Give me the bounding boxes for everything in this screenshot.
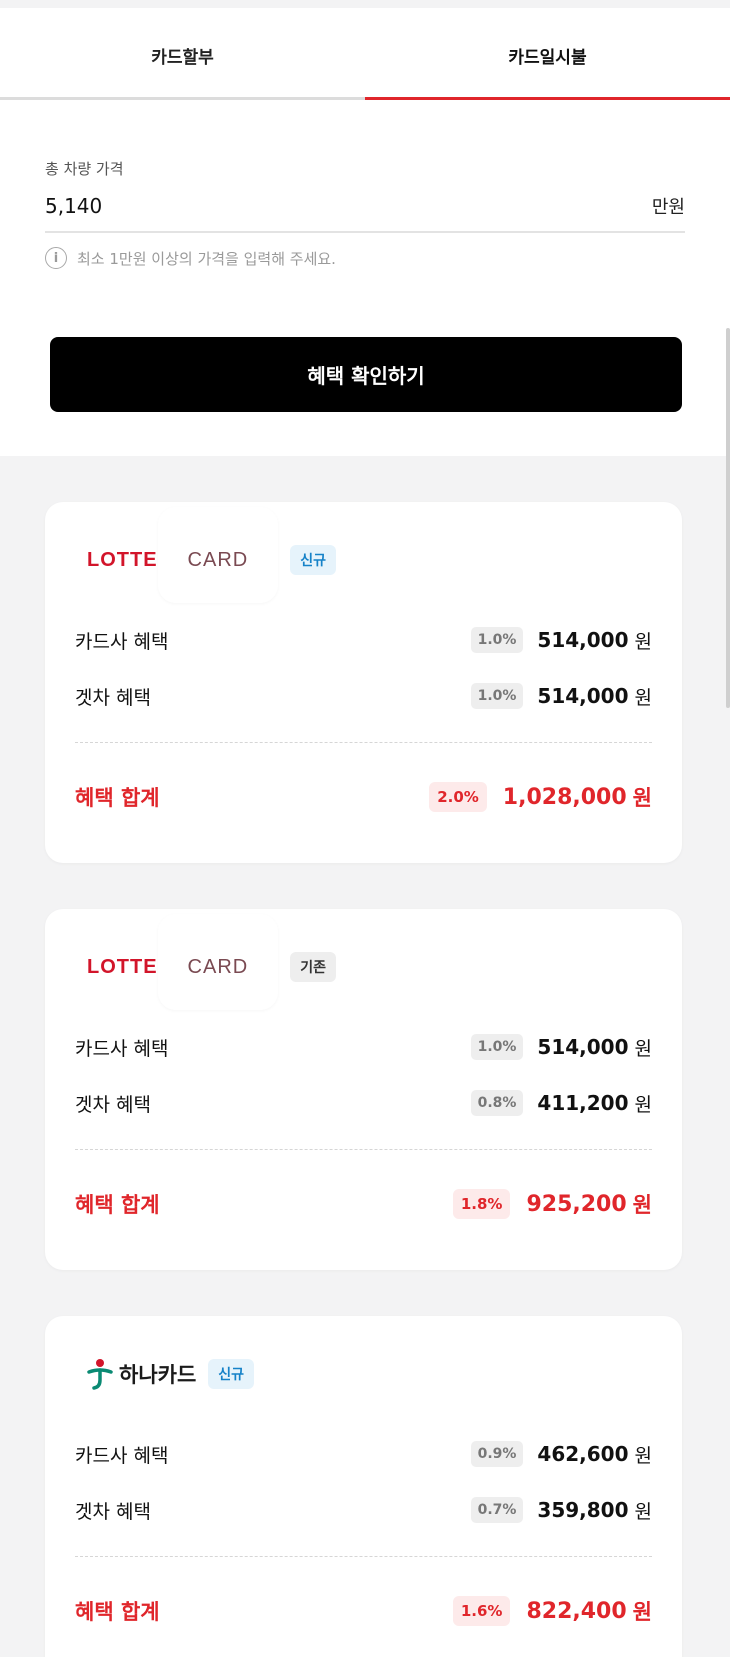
benefit-label: 겟차 혜택 — [75, 1093, 151, 1116]
total-row: 혜택 합계 2.0% 1,028,000 원 — [75, 763, 652, 831]
benefit-amount: 514,000 — [537, 628, 629, 652]
card-header: LOTTE CARD 신규 — [75, 506, 652, 603]
benefit-label: 카드사 혜택 — [75, 1444, 169, 1467]
rate-badge: 1.0% — [470, 683, 524, 709]
card-benefit-row: 카드사 혜택 1.0% 514,000 원 — [75, 1019, 652, 1075]
benefit-cards: LOTTE CARD 신규 카드사 혜택 1.0% 514,000 원 겟차 혜택… — [0, 456, 730, 1657]
dashed-divider — [75, 742, 652, 743]
hana-logo-icon — [87, 1358, 113, 1390]
total-label: 혜택 합계 — [75, 786, 160, 810]
rate-badge: 0.7% — [470, 1497, 524, 1523]
benefit-amount: 514,000 — [537, 1035, 629, 1059]
lotte-card-logo: LOTTE CARD — [87, 913, 279, 1010]
rate-badge: 1.0% — [470, 627, 524, 653]
info-icon: i — [45, 247, 67, 269]
benefit-label: 카드사 혜택 — [75, 1037, 169, 1060]
benefit-card: LOTTE CARD 기존 카드사 혜택 1.0% 514,000 원 겟차 혜택… — [45, 909, 682, 1270]
getcha-benefit-row: 겟차 혜택 1.0% 514,000 원 — [75, 668, 652, 724]
total-amount: 822,400 — [526, 1598, 627, 1624]
total-row: 혜택 합계 1.8% 925,200 원 — [75, 1170, 652, 1238]
won-unit: 원 — [634, 686, 652, 709]
won-unit: 원 — [634, 1500, 652, 1523]
new-badge: 신규 — [208, 1359, 255, 1389]
benefit-card: LOTTE CARD 신규 카드사 혜택 1.0% 514,000 원 겟차 혜택… — [45, 502, 682, 863]
scrollbar[interactable] — [726, 328, 730, 708]
getcha-benefit-row: 겟차 혜택 0.8% 411,200 원 — [75, 1075, 652, 1131]
page: 카드할부 카드일시불 총 차량 가격 만원 i 최소 1만원 이상의 가격을 입… — [0, 8, 730, 1657]
benefit-card: 하나카드 신규 카드사 혜택 0.9% 462,600 원 겟차 혜택 0.7%… — [45, 1316, 682, 1657]
benefit-label: 카드사 혜택 — [75, 630, 169, 653]
won-unit: 원 — [632, 1193, 652, 1217]
total-label: 혜택 합계 — [75, 1600, 160, 1624]
total-amount: 1,028,000 — [502, 784, 627, 810]
price-field: 만원 — [45, 193, 685, 233]
won-unit: 원 — [634, 630, 652, 653]
card-benefit-row: 카드사 혜택 1.0% 514,000 원 — [75, 612, 652, 668]
price-hint: i 최소 1만원 이상의 가격을 입력해 주세요. — [45, 247, 685, 269]
tab-lump-sum[interactable]: 카드일시불 — [365, 8, 730, 100]
confirm-benefit-button[interactable]: 혜택 확인하기 — [50, 337, 682, 412]
total-rate-badge: 1.8% — [452, 1189, 511, 1219]
benefit-amount: 514,000 — [537, 684, 629, 708]
benefit-label: 겟차 혜택 — [75, 1500, 151, 1523]
won-unit: 원 — [634, 1093, 652, 1116]
tab-installment[interactable]: 카드할부 — [0, 8, 365, 100]
price-form: 카드할부 카드일시불 총 차량 가격 만원 i 최소 1만원 이상의 가격을 입… — [0, 8, 730, 456]
total-row: 혜택 합계 1.6% 822,400 원 — [75, 1577, 652, 1645]
hana-card-logo: 하나카드 — [87, 1358, 196, 1390]
lotte-card-logo: LOTTE CARD — [87, 506, 279, 603]
card-benefit-row: 카드사 혜택 0.9% 462,600 원 — [75, 1426, 652, 1482]
benefit-amount: 359,800 — [537, 1498, 629, 1522]
total-rate-badge: 1.6% — [452, 1596, 511, 1626]
card-header: 하나카드 신규 — [75, 1358, 652, 1390]
won-unit: 원 — [634, 1037, 652, 1060]
getcha-benefit-row: 겟차 혜택 0.7% 359,800 원 — [75, 1482, 652, 1538]
won-unit: 원 — [632, 786, 652, 810]
dashed-divider — [75, 1556, 652, 1557]
new-badge: 신규 — [290, 545, 336, 575]
benefit-amount: 462,600 — [537, 1442, 629, 1466]
rate-badge: 1.0% — [470, 1034, 524, 1060]
payment-tabs: 카드할부 카드일시불 — [0, 8, 730, 100]
rate-badge: 0.8% — [470, 1090, 524, 1116]
top-strip — [0, 0, 730, 8]
hana-logo-text: 하나카드 — [119, 1363, 197, 1387]
existing-badge: 기존 — [290, 952, 336, 982]
won-unit: 원 — [634, 1444, 652, 1467]
dashed-divider — [75, 1149, 652, 1150]
price-hint-text: 최소 1만원 이상의 가격을 입력해 주세요. — [77, 249, 336, 268]
price-label: 총 차량 가격 — [45, 160, 124, 178]
rate-badge: 0.9% — [470, 1441, 524, 1467]
card-header: LOTTE CARD 기존 — [75, 913, 652, 1010]
price-input[interactable] — [45, 194, 445, 218]
benefit-amount: 411,200 — [537, 1091, 629, 1115]
total-rate-badge: 2.0% — [429, 782, 487, 812]
total-amount: 925,200 — [526, 1191, 627, 1217]
benefit-label: 겟차 혜택 — [75, 686, 151, 709]
price-unit: 만원 — [651, 197, 685, 218]
won-unit: 원 — [632, 1600, 652, 1624]
price-section: 총 차량 가격 만원 i 최소 1만원 이상의 가격을 입력해 주세요. — [0, 100, 730, 269]
total-label: 혜택 합계 — [75, 1193, 160, 1217]
